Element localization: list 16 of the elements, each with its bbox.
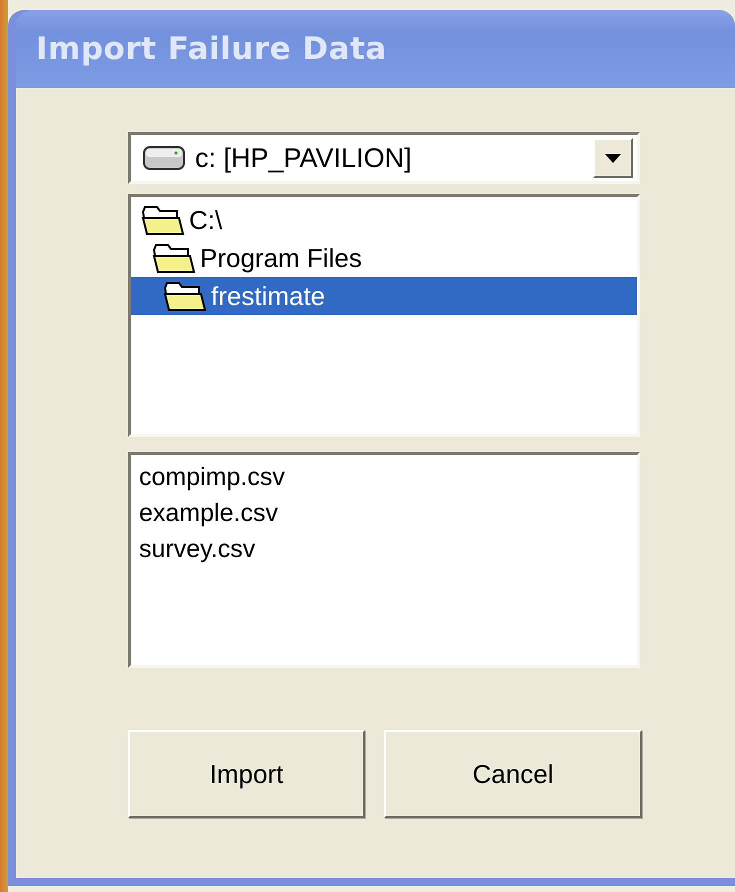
folder-item[interactable]: Program Files: [131, 239, 637, 277]
cancel-button[interactable]: Cancel: [384, 730, 642, 818]
folder-icon: [141, 204, 185, 236]
file-item[interactable]: survey.csv: [131, 531, 637, 567]
drive-icon: [143, 145, 185, 171]
import-button[interactable]: Import: [128, 730, 365, 818]
folder-icon: [163, 280, 207, 312]
dropdown-button[interactable]: [593, 138, 633, 178]
window-title: Import Failure Data: [36, 31, 387, 67]
caret-icon: [605, 154, 621, 162]
folder-item[interactable]: frestimate: [131, 277, 637, 315]
folder-item[interactable]: C:\: [131, 201, 637, 239]
file-item[interactable]: compimp.csv: [131, 459, 637, 495]
drive-select[interactable]: c: [HP_PAVILION]: [128, 132, 640, 184]
file-item[interactable]: example.csv: [131, 495, 637, 531]
folder-icon: [152, 242, 196, 274]
